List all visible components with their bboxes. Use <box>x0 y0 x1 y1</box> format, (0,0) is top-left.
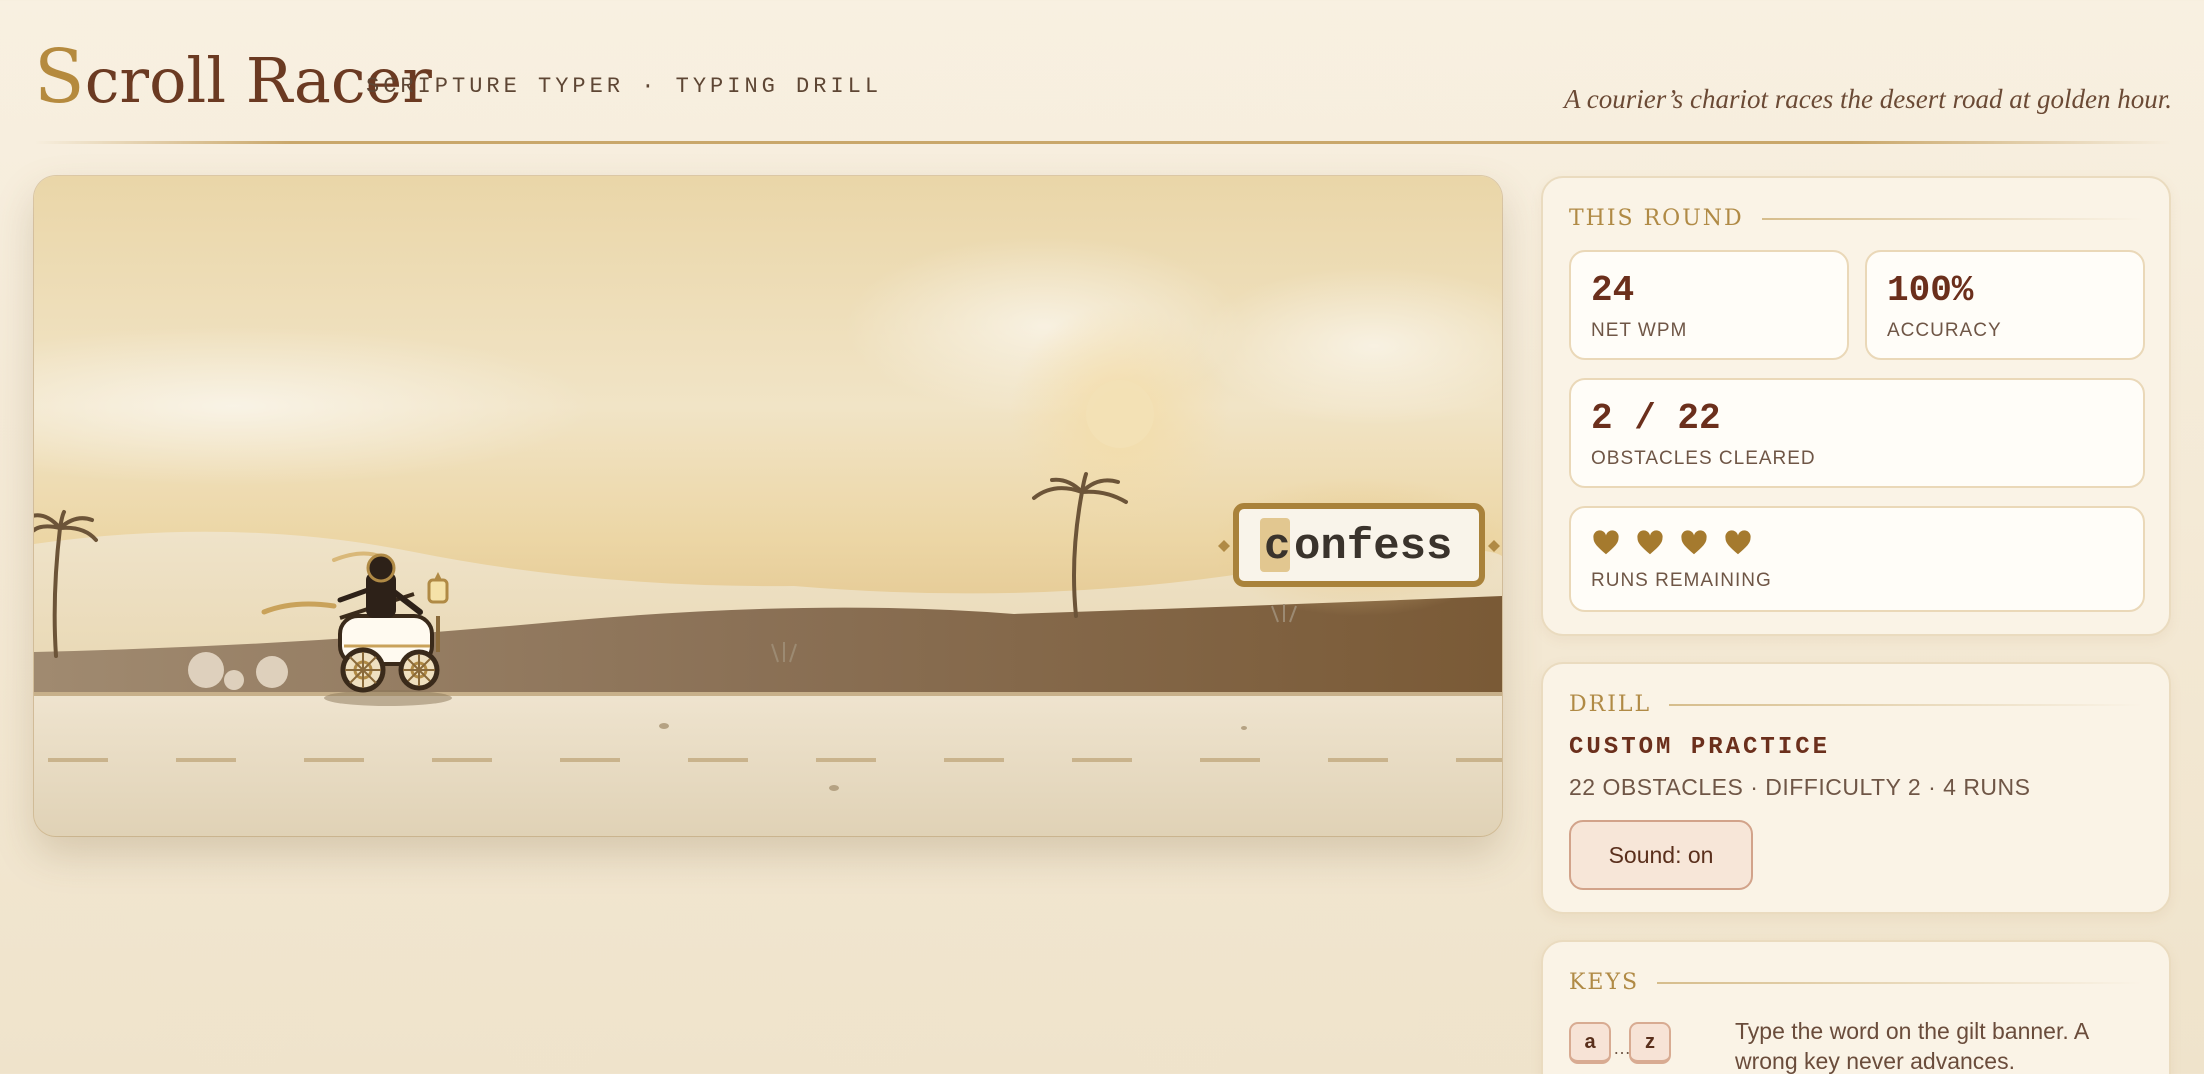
round-heading: THIS ROUND <box>1569 206 2143 231</box>
pebble <box>1241 726 1247 730</box>
obstacles-value: 2 / 22 <box>1591 398 1721 439</box>
drill-name: CUSTOM PRACTICE <box>1569 734 1831 761</box>
keys-panel: KEYS a … z Type the word on the gilt ban… <box>1541 940 2171 1074</box>
key-a: a <box>1569 1022 1611 1064</box>
obstacles-label: OBSTACLES CLEARED <box>1591 448 1816 469</box>
drill-panel: DRILL CUSTOM PRACTICE 22 OBSTACLES · DIF… <box>1541 662 2171 914</box>
heart-icon <box>1591 528 1621 558</box>
round-panel: THIS ROUND 24 NET WPM 100% ACCURACY 2 / … <box>1541 176 2171 636</box>
key-z: z <box>1629 1022 1671 1064</box>
pebble <box>829 785 839 791</box>
drill-heading: DRILL <box>1569 692 2143 717</box>
runs-hearts <box>1591 528 1753 558</box>
heading-rule <box>1669 703 2143 706</box>
word-banner: c onfess <box>1209 476 1502 616</box>
heart-icon <box>1635 528 1665 558</box>
keys-heading: KEYS <box>1569 970 2143 995</box>
obstacles-card: 2 / 22 OBSTACLES CLEARED <box>1569 378 2145 488</box>
accuracy-label: ACCURACY <box>1887 320 2002 341</box>
header-divider <box>34 141 2172 144</box>
typed-letter: c <box>1264 522 1290 572</box>
drill-meta: 22 OBSTACLES · DIFFICULTY 2 · 4 RUNS <box>1569 774 2031 800</box>
tagline: A courier’s chariot races the desert roa… <box>1564 84 2172 114</box>
game-stage[interactable]: c onfess <box>34 176 1502 836</box>
heart-icon <box>1679 528 1709 558</box>
accuracy-card: 100% ACCURACY <box>1865 250 2145 360</box>
sound-toggle-button[interactable]: Sound: on <box>1569 820 1753 890</box>
accuracy-value: 100% <box>1887 270 1974 311</box>
net-wpm-card: 24 NET WPM <box>1569 250 1849 360</box>
app-subtitle: SCRIPTURE TYPER · TYPING DRILL <box>366 74 883 99</box>
road <box>34 692 1502 836</box>
round-heading-label: THIS ROUND <box>1569 206 1744 231</box>
runs-label: RUNS REMAINING <box>1591 570 1772 591</box>
road-edge <box>34 692 1502 696</box>
drill-heading-label: DRILL <box>1569 692 1652 717</box>
title-initial: S <box>34 34 85 120</box>
pebble <box>659 723 669 729</box>
keys-description: Type the word on the gilt banner. A wron… <box>1735 1018 2088 1074</box>
runs-card: RUNS REMAINING <box>1569 506 2145 612</box>
header: Scroll Racer SCRIPTURE TYPER · TYPING DR… <box>34 30 2172 120</box>
heart-icon <box>1723 528 1753 558</box>
net-wpm-value: 24 <box>1591 270 1635 311</box>
net-wpm-label: NET WPM <box>1591 320 1688 341</box>
keys-heading-label: KEYS <box>1569 970 1640 995</box>
heading-rule <box>1761 217 2143 220</box>
heading-rule <box>1657 981 2143 984</box>
remaining-letters: onfess <box>1294 522 1452 572</box>
